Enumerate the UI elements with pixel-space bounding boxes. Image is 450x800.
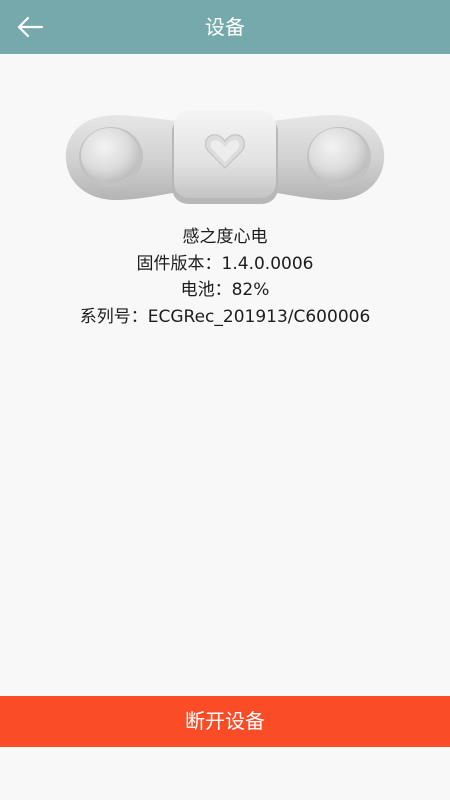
ecg-device-icon (65, 110, 385, 204)
device-info: 感之度心电 固件版本：1.4.0.0006 电池：82% 系列号：ECGRec_… (0, 224, 450, 330)
app-header: 设备 (0, 0, 450, 54)
battery-level: 电池：82% (180, 280, 270, 300)
device-name: 感之度心电 (182, 227, 268, 247)
page-title: 设备 (205, 15, 245, 39)
serial-number: 系列号：ECGRec_201913/C600006 (79, 306, 371, 327)
disconnect-device-button[interactable]: 断开设备 (0, 696, 450, 747)
firmware-version: 固件版本：1.4.0.0006 (136, 253, 314, 274)
